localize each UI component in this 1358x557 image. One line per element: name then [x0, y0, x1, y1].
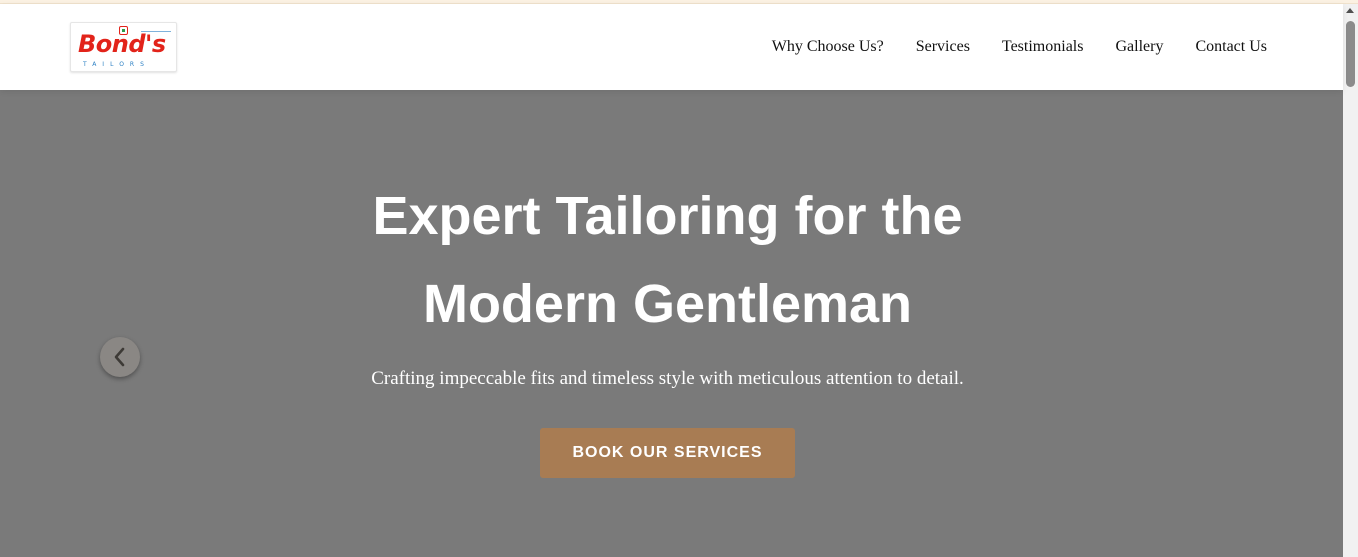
book-services-button[interactable]: BOOK OUR SERVICES — [540, 428, 795, 478]
site-header: Bond's TAILORS Why Choose Us? Services T… — [0, 4, 1343, 90]
site-logo[interactable]: Bond's TAILORS — [70, 22, 177, 72]
nav-item-contact-us[interactable]: Contact Us — [1195, 38, 1267, 56]
nav-item-gallery[interactable]: Gallery — [1115, 38, 1163, 56]
nav-item-why-choose-us[interactable]: Why Choose Us? — [772, 38, 884, 56]
hero-title-line-2: Modern Gentleman — [422, 274, 913, 334]
carousel-prev-button[interactable] — [100, 337, 140, 377]
main-nav: Why Choose Us? Services Testimonials Gal… — [772, 4, 1267, 90]
logo-wordmark: Bond's — [78, 30, 166, 58]
hero-title: Expert Tailoring for the Modern Gentlema… — [0, 172, 1335, 348]
arrow-up-icon[interactable] — [1346, 8, 1354, 13]
chevron-left-icon — [114, 347, 125, 367]
logo-subtext: TAILORS — [83, 61, 150, 68]
nav-item-testimonials[interactable]: Testimonials — [1002, 38, 1084, 56]
page-scrollbar[interactable] — [1343, 4, 1358, 557]
scrollbar-thumb[interactable] — [1346, 21, 1355, 87]
hero-subtitle: Crafting impeccable fits and timeless st… — [371, 368, 964, 389]
nav-item-services[interactable]: Services — [916, 38, 970, 56]
hero-banner: Expert Tailoring for the Modern Gentlema… — [0, 90, 1343, 557]
hero-title-line-1: Expert Tailoring for the — [372, 186, 963, 246]
